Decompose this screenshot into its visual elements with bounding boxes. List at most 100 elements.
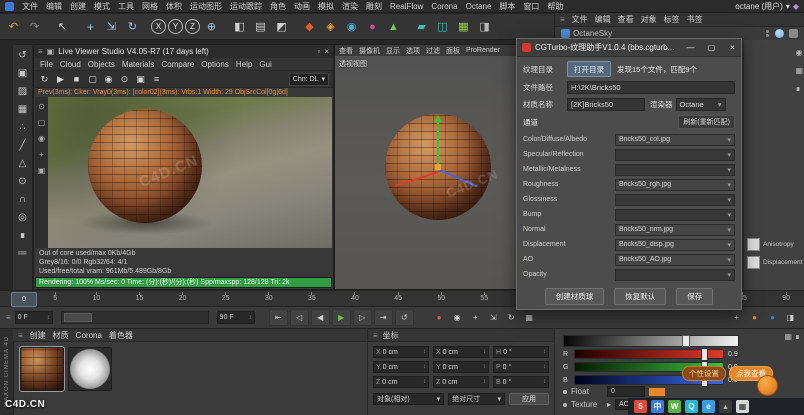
menu-item[interactable]: 模式	[94, 1, 110, 12]
channel-texture-field[interactable]: Bricks50_nrm.jpg ▾	[615, 223, 735, 236]
menu-item[interactable]: 文件	[22, 1, 38, 12]
coordinate-field[interactable]: P 0 ° ↕	[493, 361, 549, 373]
make-editable-icon[interactable]: ↺	[15, 48, 30, 62]
scale-icon[interactable]: ⇲	[102, 18, 121, 36]
separator[interactable]	[293, 18, 298, 36]
qq-icon[interactable]: Q	[685, 400, 698, 413]
save-button[interactable]: 保存	[676, 288, 714, 305]
ime-icon[interactable]: 中	[651, 400, 664, 413]
menu-item[interactable]: 帮助	[547, 1, 563, 12]
coordinate-field[interactable]: Y 0 cm ↕	[373, 361, 429, 373]
axis-mode-icon[interactable]: ⊙	[15, 174, 30, 188]
coordinate-field[interactable]: X 0 cm ↕	[373, 346, 429, 358]
material-name-field[interactable]: [2K]Bricks50	[567, 98, 645, 111]
autokey-icon[interactable]: ◉	[450, 310, 465, 325]
hamburger-icon[interactable]: ≡	[373, 331, 378, 340]
z-axis-icon[interactable]: Z	[185, 19, 200, 34]
octane-tag-icon[interactable]	[789, 29, 798, 38]
render-settings-icon[interactable]: ◩	[272, 18, 291, 36]
next-key-button[interactable]: ⇥	[373, 309, 393, 326]
spinner-icon[interactable]: ↕	[543, 349, 546, 355]
separator[interactable]	[46, 18, 51, 36]
tray-expand-icon[interactable]: ▴	[719, 400, 732, 413]
end-frame-field[interactable]: 90 F ↕	[216, 311, 255, 324]
menu-item[interactable]: RealFlow	[390, 2, 423, 11]
live-viewer-menu-item[interactable]: File	[40, 60, 53, 69]
layers-icon[interactable]: ≔	[15, 246, 30, 260]
snapping-icon[interactable]: ▰	[412, 18, 431, 36]
channel-texture-field[interactable]: Bricks50_col.jpg ▾	[615, 133, 735, 146]
color-slider-handle[interactable]	[700, 348, 708, 361]
prev-key-button[interactable]: ◁	[289, 309, 309, 326]
gizmo-y-axis[interactable]	[437, 119, 439, 167]
spinner-icon[interactable]: ↕	[423, 379, 426, 385]
start-frame-field[interactable]: 0 F ↕	[14, 311, 53, 324]
gizmo-center-handle[interactable]	[435, 164, 441, 170]
object-manager-menu-item[interactable]: 书签	[687, 14, 703, 25]
record-rotation-icon[interactable]: ↻	[504, 310, 519, 325]
edge-icon[interactable]: e	[702, 400, 715, 413]
separator[interactable]	[223, 18, 228, 36]
material-thumb-brick[interactable]	[19, 346, 65, 392]
lv-region-icon[interactable]: ▢	[38, 118, 46, 127]
param-dot-icon[interactable]	[563, 389, 567, 394]
lv-material-icon[interactable]: ◉	[38, 134, 45, 143]
value-gradient-bar[interactable]	[563, 335, 739, 347]
wechat-icon[interactable]: W	[668, 400, 681, 413]
record-scale-icon[interactable]: ⇲	[486, 310, 501, 325]
menu-item[interactable]: 运动图形	[190, 1, 222, 12]
coordinate-field[interactable]: B 0 ° ↕	[493, 376, 549, 388]
channel-texture-field[interactable]: Bricks50_AO.jpg ▾	[615, 253, 735, 266]
menu-item[interactable]: 体积	[166, 1, 182, 12]
loop-button[interactable]: ↺	[394, 309, 414, 326]
hamburger-icon[interactable]: ≡	[18, 331, 23, 340]
polygons-mode-icon[interactable]: △	[15, 156, 30, 170]
size-mode-select[interactable]: 绝对尺寸 ▾	[448, 393, 505, 405]
coordinate-field[interactable]: X 0 cm ↕	[433, 346, 489, 358]
viewport-menu-item[interactable]: ProRender	[466, 47, 500, 54]
hamburger-icon[interactable]: ≡	[6, 313, 11, 322]
model-mode-icon[interactable]: ▣	[15, 66, 30, 80]
live-viewer-menu-item[interactable]: Gui	[259, 60, 271, 69]
texture-mode-icon[interactable]: ▨	[15, 84, 30, 98]
lock-icon[interactable]: ∎	[795, 84, 803, 93]
viewport-menu-item[interactable]: 面板	[446, 46, 460, 56]
close-icon[interactable]: ×	[324, 47, 329, 56]
refresh-button[interactable]: 刷新(重新匹配)	[678, 115, 735, 129]
lock-icon[interactable]: ∎	[795, 332, 800, 341]
spinner-icon[interactable]: ↕	[47, 315, 50, 321]
material-menu-item[interactable]: Corona	[76, 331, 102, 340]
render-picture-viewer-icon[interactable]: ▤	[251, 18, 270, 36]
pick-material-icon[interactable]: ◉	[102, 73, 115, 85]
viewport-menu-item[interactable]: 显示	[386, 46, 400, 56]
create-material-button[interactable]: 创建材质球	[544, 288, 605, 305]
restart-render-icon[interactable]: ↻	[38, 73, 51, 85]
separator[interactable]	[405, 18, 410, 36]
menu-item[interactable]: 工具	[118, 1, 134, 12]
menu-item[interactable]: 窗口	[523, 1, 539, 12]
menu-item[interactable]: 脚本	[499, 1, 515, 12]
spinner-icon[interactable]: ↕	[543, 379, 546, 385]
y-axis-icon[interactable]: Y	[168, 19, 183, 34]
spinner-icon[interactable]: ↕	[483, 364, 486, 370]
channel-texture-field[interactable]: ▾	[615, 163, 735, 176]
marker-orange-icon[interactable]: ●	[747, 310, 762, 325]
region-render-icon[interactable]: ▢	[86, 73, 99, 85]
play-button[interactable]: ▶	[331, 309, 351, 326]
node-preview-icon[interactable]: ◉	[795, 48, 803, 57]
lv-zoom-icon[interactable]: +	[39, 150, 44, 159]
channel-select[interactable]: Chn: DL ▾	[288, 72, 329, 86]
minimize-button[interactable]: —	[682, 39, 699, 56]
pick-focus-icon[interactable]: ⊙	[118, 73, 131, 85]
material-thumb-white[interactable]	[68, 347, 112, 391]
panel-toggle-icon[interactable]: ◨	[783, 310, 798, 325]
menu-item[interactable]: 角色	[270, 1, 286, 12]
coordinate-system-icon[interactable]: ⊕	[202, 18, 221, 36]
live-selection-icon[interactable]: ↖	[53, 18, 72, 36]
channel-displacement[interactable]: Displacement	[747, 256, 802, 269]
menu-item[interactable]: 动画	[294, 1, 310, 12]
layout-icon[interactable]: ◨	[475, 18, 494, 36]
undo-icon[interactable]: ↶	[4, 18, 23, 36]
visibility-dots[interactable]	[766, 30, 769, 37]
object-manager-menu-item[interactable]: 文件	[572, 14, 588, 25]
